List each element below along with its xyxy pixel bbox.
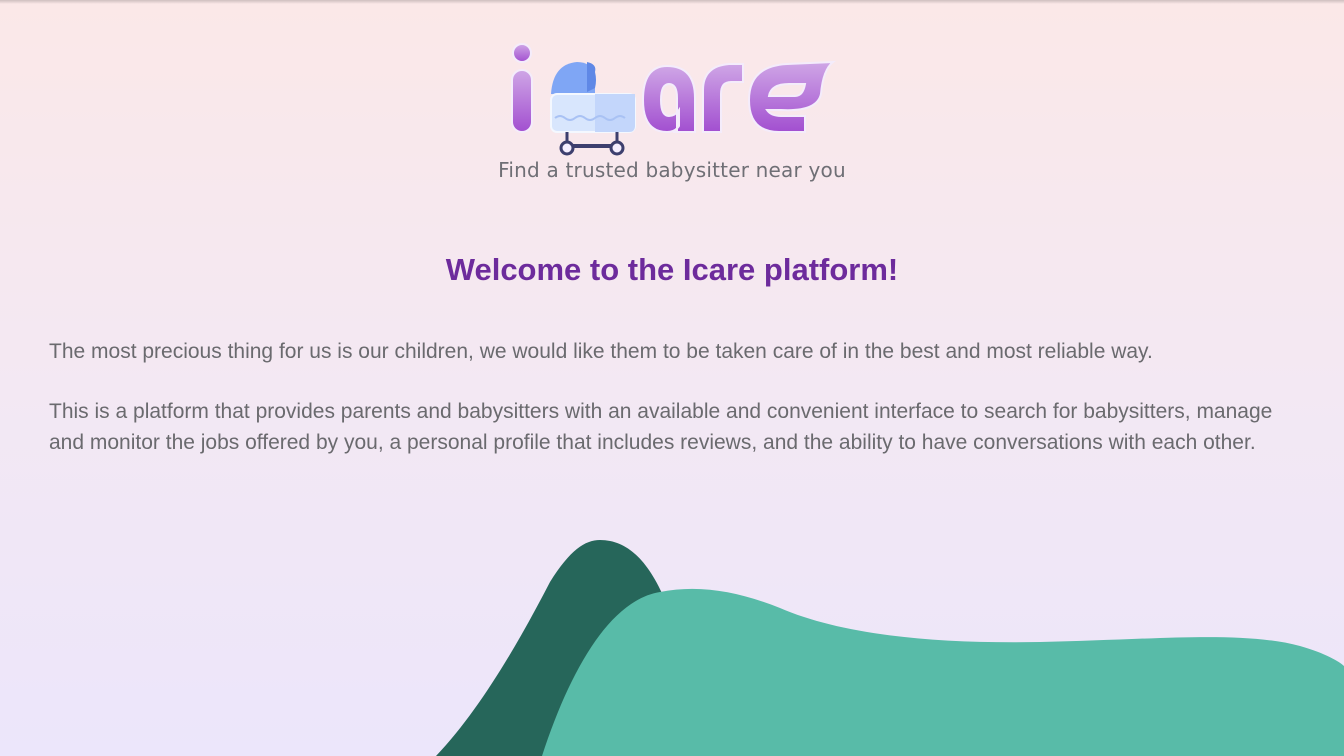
welcome-heading: Welcome to the Icare platform! xyxy=(445,252,899,287)
top-shadow xyxy=(0,0,1344,4)
decorative-hills xyxy=(0,520,1344,756)
intro-paragraph: The most precious thing for us is our ch… xyxy=(49,340,1153,363)
description-paragraph: This is a platform that provides parents… xyxy=(49,400,1273,454)
icare-logo xyxy=(505,40,840,160)
light-hill-shape xyxy=(542,588,1344,756)
tagline: Find a trusted babysitter near you xyxy=(498,158,846,182)
baby-stroller-icon xyxy=(550,62,636,156)
